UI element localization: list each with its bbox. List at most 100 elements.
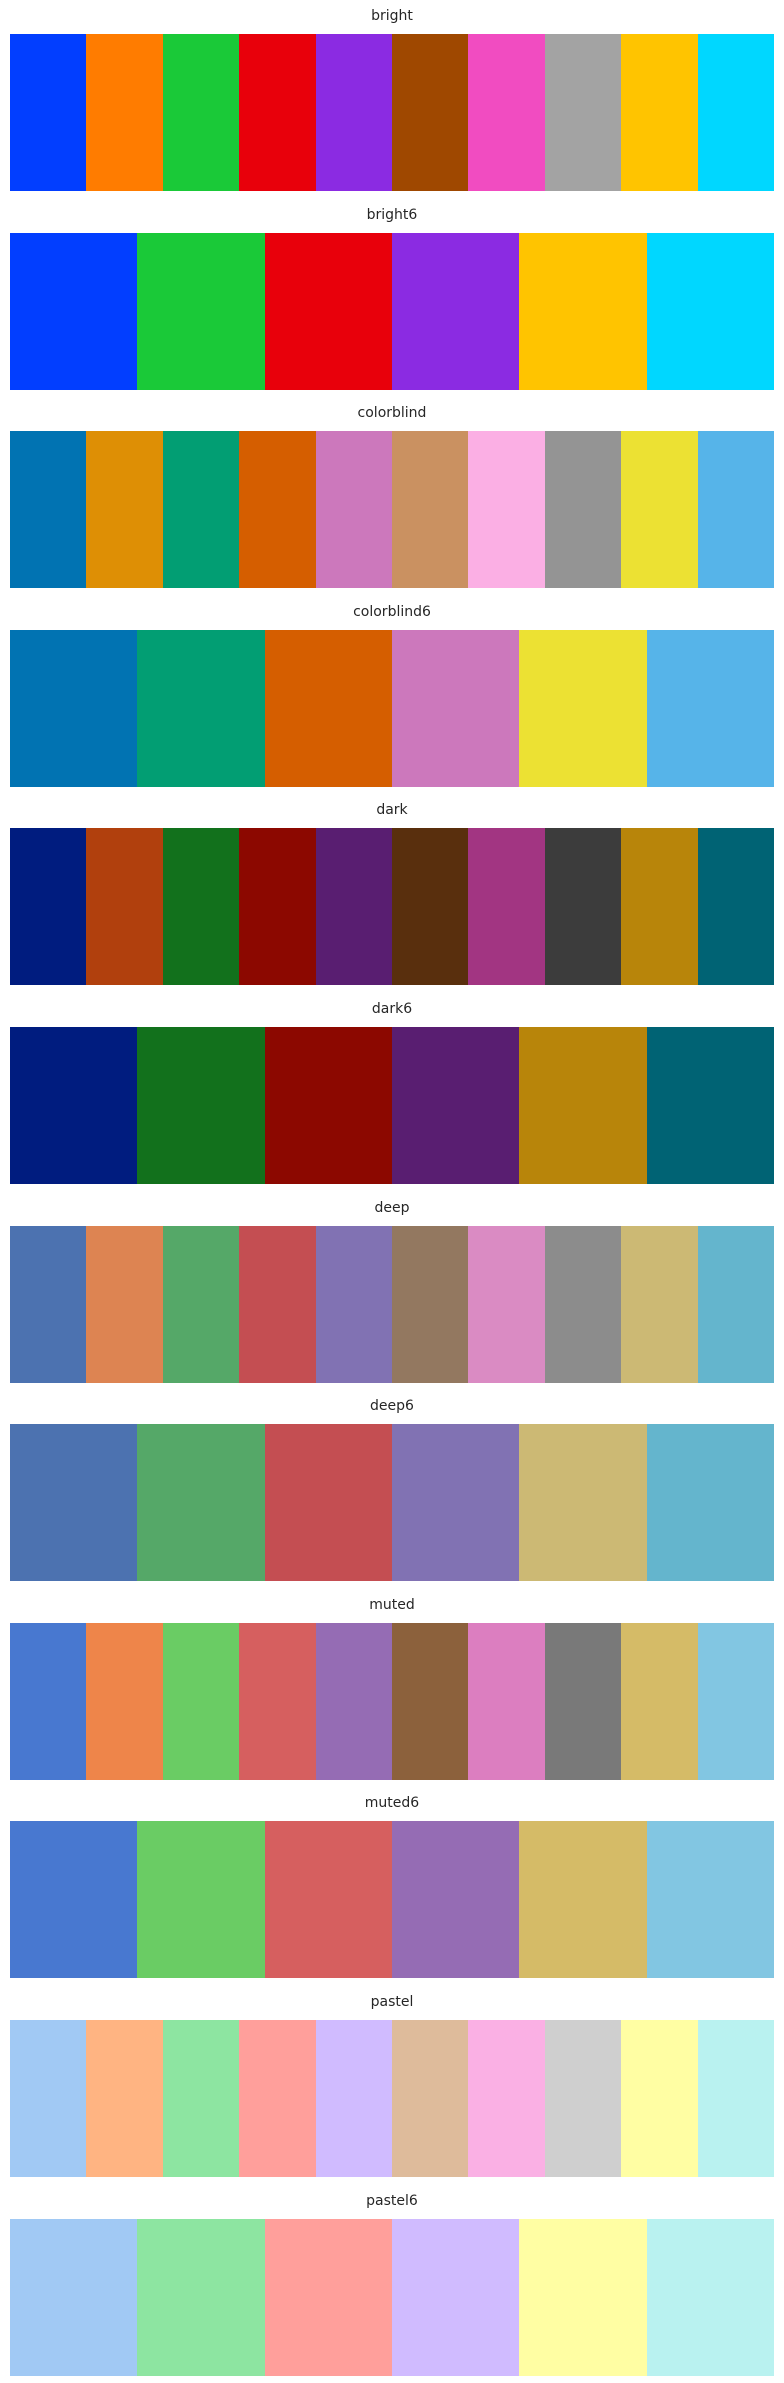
- color-swatch: [697, 431, 775, 589]
- color-swatch: [264, 232, 392, 390]
- color-swatch: [391, 1027, 520, 1184]
- color-swatch: [391, 1424, 520, 1582]
- color-swatch: [10, 1821, 138, 1979]
- palette-panel: deep6: [0, 1390, 784, 1582]
- color-swatch: [137, 1027, 265, 1184]
- swatch-row: [10, 232, 774, 390]
- color-swatch: [621, 828, 698, 986]
- color-swatch: [621, 1225, 698, 1383]
- swatch-row: [10, 431, 775, 589]
- swatch-row: [10, 1424, 774, 1582]
- color-swatch: [264, 1821, 392, 1979]
- swatch-row: [10, 34, 775, 191]
- color-swatch: [697, 828, 775, 986]
- color-swatch: [10, 232, 138, 390]
- color-swatch: [10, 629, 138, 787]
- color-swatch: [239, 34, 316, 191]
- color-swatch: [391, 2218, 520, 2376]
- color-swatch: [519, 1027, 647, 1184]
- color-swatch: [544, 431, 622, 589]
- color-swatch: [86, 2020, 163, 2177]
- color-swatch: [86, 1622, 163, 1780]
- color-swatch: [10, 2020, 87, 2177]
- color-swatch: [10, 2218, 138, 2376]
- color-swatch: [391, 629, 520, 787]
- palette-title: muted: [369, 1596, 415, 1613]
- color-swatch: [239, 2020, 316, 2177]
- color-swatch: [519, 1821, 647, 1979]
- swatch-row: [10, 828, 775, 986]
- color-swatch: [86, 1225, 163, 1383]
- color-swatch: [468, 2020, 545, 2177]
- color-swatch: [162, 2020, 240, 2177]
- palette-panel: colorblind6: [0, 596, 784, 787]
- palette-title: muted6: [364, 1795, 420, 1812]
- color-swatch: [86, 34, 163, 191]
- palette-title: deep6: [370, 1398, 414, 1415]
- color-swatch: [392, 828, 469, 986]
- color-swatch: [544, 1225, 622, 1383]
- color-swatch: [519, 1424, 647, 1582]
- color-swatch: [10, 828, 87, 986]
- palette-title: dark6: [371, 1001, 413, 1017]
- color-swatch: [162, 431, 240, 589]
- color-swatch: [544, 2020, 622, 2177]
- color-swatch: [621, 2020, 698, 2177]
- color-swatch: [697, 1622, 775, 1780]
- color-swatch: [621, 34, 698, 191]
- color-swatch: [264, 629, 392, 787]
- color-swatch: [392, 2020, 469, 2177]
- swatch-row: [10, 1821, 774, 1979]
- color-swatch: [697, 1225, 775, 1383]
- color-swatch: [10, 431, 87, 589]
- color-swatch: [162, 34, 240, 191]
- swatch-row: [10, 1225, 775, 1383]
- color-swatch: [697, 34, 775, 191]
- palette-panel: dark6: [0, 993, 784, 1184]
- color-swatch: [86, 431, 163, 589]
- color-swatch: [315, 34, 393, 191]
- palette-title: colorblind: [357, 405, 427, 422]
- color-swatch: [315, 2020, 393, 2177]
- color-swatch: [646, 232, 774, 390]
- color-swatch: [391, 1821, 520, 1979]
- color-swatch: [392, 1225, 469, 1383]
- color-swatch: [264, 1424, 392, 1582]
- color-swatch: [519, 232, 647, 390]
- color-swatch: [239, 1622, 316, 1780]
- color-swatch: [519, 2218, 647, 2376]
- color-swatch: [10, 1424, 138, 1582]
- palette-grid: bright bright6 colorblind colorblind6 dark da…: [0, 0, 784, 2383]
- palette-title: colorblind6: [353, 603, 431, 620]
- swatch-row: [10, 2218, 774, 2376]
- color-swatch: [86, 828, 163, 986]
- color-swatch: [697, 2020, 775, 2177]
- color-swatch: [137, 2218, 265, 2376]
- color-swatch: [315, 1622, 393, 1780]
- swatch-row: [10, 629, 774, 787]
- palette-panel: dark: [0, 794, 784, 986]
- color-swatch: [646, 1424, 774, 1582]
- color-swatch: [264, 1027, 392, 1184]
- color-swatch: [264, 2218, 392, 2376]
- color-swatch: [315, 431, 393, 589]
- color-swatch: [162, 1622, 240, 1780]
- color-swatch: [162, 1225, 240, 1383]
- color-swatch: [137, 1821, 265, 1979]
- palette-panel: bright: [0, 0, 784, 191]
- palette-title: bright: [371, 8, 413, 24]
- color-swatch: [10, 1027, 138, 1184]
- palette-panel: muted6: [0, 1787, 784, 1979]
- color-swatch: [468, 828, 545, 986]
- color-swatch: [137, 629, 265, 787]
- palette-panel: deep: [0, 1192, 784, 1383]
- swatch-row: [10, 1622, 775, 1780]
- color-swatch: [544, 828, 622, 986]
- color-swatch: [468, 1225, 545, 1383]
- color-swatch: [519, 629, 647, 787]
- color-swatch: [544, 1622, 622, 1780]
- color-swatch: [315, 828, 393, 986]
- color-swatch: [646, 1821, 774, 1979]
- color-swatch: [10, 34, 87, 191]
- color-swatch: [239, 828, 316, 986]
